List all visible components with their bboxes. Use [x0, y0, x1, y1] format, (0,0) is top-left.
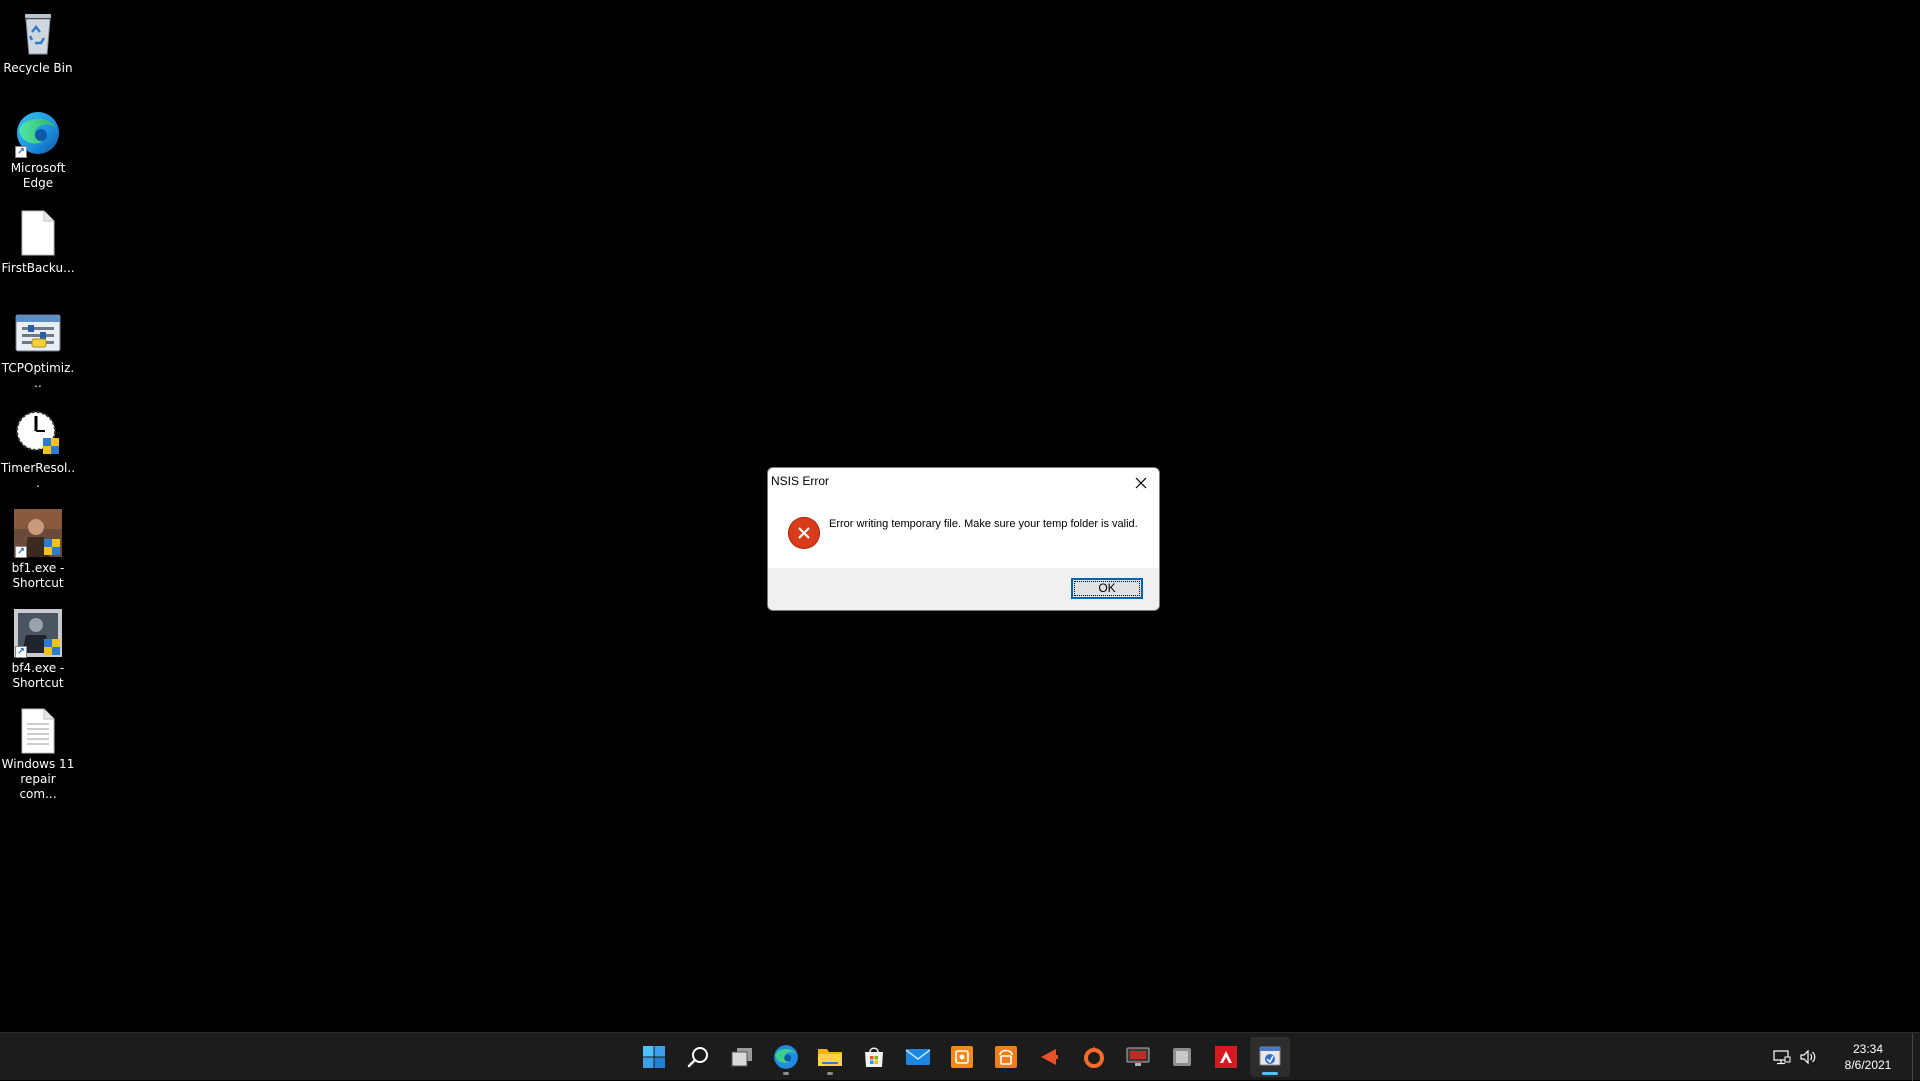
- dialog-title-bar[interactable]: NSIS Error: [768, 468, 1159, 498]
- blank-file-icon: [13, 208, 63, 258]
- dialog-body: Error writing temporary file. Make sure …: [768, 498, 1159, 570]
- desktop-icon-tcpoptimizer[interactable]: TCPOptimiz...: [0, 300, 76, 396]
- bf1-icon: ↗: [13, 508, 63, 558]
- desktop-icon-microsoft-edge[interactable]: ↗ Microsoft Edge: [0, 100, 76, 196]
- recycle-bin-icon: [13, 8, 63, 58]
- tcp-optimizer-icon: [13, 308, 63, 358]
- taskbar-horn-app-button[interactable]: [1030, 1037, 1070, 1077]
- dialog-footer: OK: [768, 568, 1159, 610]
- dialog-message: Error writing temporary file. Make sure …: [829, 518, 1138, 530]
- desktop-icon-firstbackup[interactable]: FirstBacku...: [0, 200, 76, 296]
- orange-app-icon: [995, 1046, 1017, 1068]
- store-icon: [865, 1047, 883, 1067]
- timer-resolution-icon: [13, 408, 63, 458]
- error-icon: [788, 517, 820, 549]
- clock-date: 8/6/2021: [1844, 1058, 1892, 1072]
- system-tray: 23:34 8/6/2021: [1770, 1033, 1920, 1081]
- desktop-icon-label: Recycle Bin: [3, 61, 73, 75]
- monitor-icon: [1126, 1047, 1150, 1066]
- origin-icon: [1084, 1046, 1104, 1068]
- text-file-icon: [13, 708, 63, 754]
- clock-time: 23:34: [1852, 1042, 1884, 1056]
- search-icon: [687, 1047, 708, 1068]
- desktop-icon-recycle-bin[interactable]: Recycle Bin: [0, 0, 76, 96]
- ok-button[interactable]: OK: [1071, 578, 1143, 599]
- taskbar-apps: [632, 1033, 1292, 1081]
- taskbar-orange-app-2-button[interactable]: [986, 1037, 1026, 1077]
- desktop-icon-label: Windows 11 repair com...: [1, 757, 75, 801]
- edge-icon: [774, 1045, 798, 1069]
- desktop-icon-label: bf1.exe - Shortcut: [11, 561, 65, 590]
- bf4-icon: ↗: [13, 608, 63, 658]
- horn-icon: [1041, 1049, 1058, 1065]
- square-app-icon: [1173, 1048, 1191, 1066]
- taskbar-edge-button[interactable]: [766, 1037, 806, 1077]
- taskbar-square-app-button[interactable]: [1162, 1037, 1202, 1077]
- volume-icon-button[interactable]: [1796, 1045, 1820, 1069]
- desktop[interactable]: Recycle Bin ↗ Microsoft Edge FirstBacku.…: [0, 0, 1920, 1032]
- taskbar-file-explorer-button[interactable]: [810, 1037, 850, 1077]
- desktop-icon-label: TimerResol...: [0, 461, 76, 490]
- desktop-icon-bf1-shortcut[interactable]: ↗ bf1.exe - Shortcut: [0, 500, 76, 596]
- amd-icon: [1215, 1046, 1237, 1068]
- desktop-icon-windows11-repair[interactable]: Windows 11 repair com...: [0, 700, 76, 801]
- task-view-icon: [731, 1048, 752, 1067]
- taskbar-search-button[interactable]: [678, 1037, 718, 1077]
- show-desktop-button[interactable]: [1912, 1033, 1920, 1081]
- orange-app-icon: [951, 1046, 973, 1068]
- taskbar-clock[interactable]: 23:34 8/6/2021: [1830, 1041, 1906, 1073]
- taskbar-monitor-app-button[interactable]: [1118, 1037, 1158, 1077]
- desktop-icon-label: FirstBacku...: [1, 261, 75, 275]
- network-icon: [1773, 1050, 1791, 1065]
- edge-icon: ↗: [13, 108, 63, 158]
- taskbar-store-button[interactable]: [854, 1037, 894, 1077]
- running-indicator: [827, 1072, 833, 1075]
- running-indicator: [783, 1072, 789, 1075]
- installer-icon: [1259, 1046, 1281, 1066]
- mail-icon: [905, 1049, 931, 1065]
- taskbar: 23:34 8/6/2021: [0, 1032, 1920, 1081]
- taskbar-origin-button[interactable]: [1074, 1037, 1114, 1077]
- taskbar-orange-app-1-button[interactable]: [942, 1037, 982, 1077]
- taskbar-mail-button[interactable]: [898, 1037, 938, 1077]
- desktop-icon-bf4-shortcut[interactable]: ↗ bf4.exe - Shortcut: [0, 600, 76, 696]
- taskbar-start-button[interactable]: [634, 1037, 674, 1077]
- desktop-icon-label: bf4.exe - Shortcut: [11, 661, 65, 690]
- desktop-icon-timerresolution[interactable]: TimerResol...: [0, 400, 76, 496]
- windows-start-icon: [643, 1046, 665, 1068]
- desktop-icon-label: Microsoft Edge: [10, 161, 66, 190]
- taskbar-installer-button[interactable]: [1250, 1037, 1290, 1077]
- nsis-error-dialog[interactable]: NSIS Error Error writing temporary file.…: [767, 467, 1160, 611]
- desktop-icon-label: TCPOptimiz...: [1, 361, 75, 390]
- running-indicator: [1262, 1072, 1278, 1075]
- shortcut-arrow-icon: ↗: [15, 646, 27, 658]
- dialog-title: NSIS Error: [771, 474, 830, 488]
- volume-icon: [1800, 1049, 1816, 1065]
- dialog-close-button[interactable]: [1123, 468, 1159, 498]
- network-icon-button[interactable]: [1770, 1045, 1794, 1069]
- taskbar-amd-button[interactable]: [1206, 1037, 1246, 1077]
- shortcut-arrow-icon: ↗: [15, 546, 27, 558]
- shortcut-arrow-icon: ↗: [15, 146, 27, 158]
- taskbar-task-view-button[interactable]: [722, 1037, 762, 1077]
- close-icon: [1135, 477, 1147, 489]
- folder-icon: [818, 1049, 842, 1066]
